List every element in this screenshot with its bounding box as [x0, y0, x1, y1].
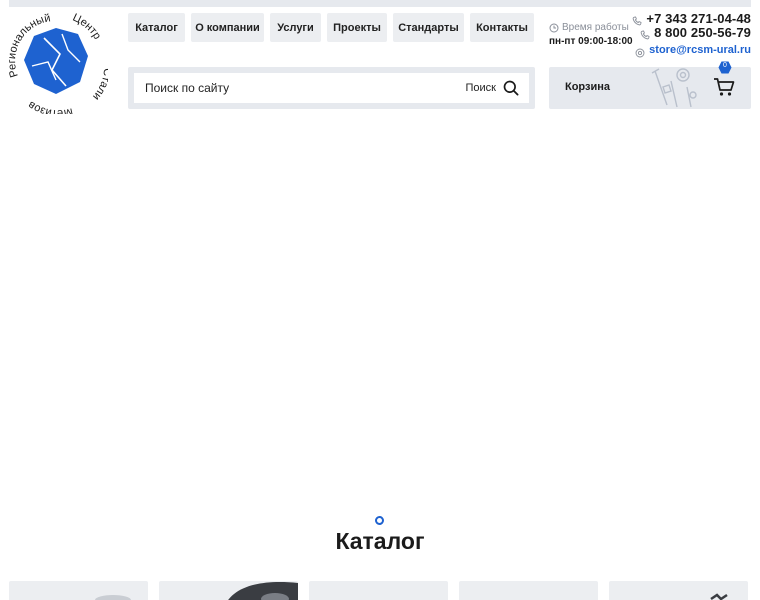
phone-secondary[interactable]: 8 800 250-56-79 — [654, 25, 751, 40]
catalog-cards — [9, 581, 751, 600]
cart-icon — [713, 77, 735, 97]
catalog-card[interactable] — [9, 581, 148, 600]
nav-item-projects[interactable]: Проекты — [327, 13, 387, 42]
phone-primary[interactable]: +7 343 271-04-48 — [646, 11, 751, 26]
contacts-block: +7 343 271-04-48 8 800 250-56-79 store@r… — [632, 11, 751, 58]
nav-item-catalog[interactable]: Каталог — [128, 13, 185, 42]
product-image — [95, 595, 131, 600]
catalog-card[interactable] — [459, 581, 598, 600]
hero-slider — [9, 118, 751, 508]
search-button-label: Поиск — [465, 82, 496, 94]
top-strip — [9, 0, 751, 7]
work-hours: Время работы пн-пт 09:00-18:00 — [549, 21, 639, 47]
cart-count-badge: 0 — [718, 61, 732, 74]
search-button[interactable]: Поиск — [466, 80, 519, 96]
catalog-card[interactable] — [309, 581, 448, 600]
fasteners-decoration — [651, 68, 697, 108]
at-icon — [635, 45, 645, 58]
product-image — [228, 582, 298, 600]
nav-item-standards[interactable]: Стандарты — [393, 13, 464, 42]
catalog-heading: Каталог — [335, 528, 425, 554]
company-logo[interactable]: Региональный Центр Стали Метизов — [4, 10, 108, 114]
logo-emblem: Региональный Центр Стали Метизов — [6, 12, 108, 114]
nav-item-about[interactable]: О компании — [191, 13, 264, 42]
phone-icon — [632, 13, 642, 26]
nav-item-contacts[interactable]: Контакты — [470, 13, 534, 42]
cart-label: Корзина — [565, 81, 610, 93]
main-nav: Каталог О компании Услуги Проекты Станда… — [128, 13, 534, 42]
cart-count: 0 — [723, 62, 727, 69]
search-icon — [503, 80, 519, 96]
product-image — [710, 593, 728, 600]
search-bar: Поиск — [128, 67, 535, 109]
catalog-card[interactable] — [159, 581, 298, 600]
nav-item-services[interactable]: Услуги — [270, 13, 321, 42]
svg-text:Стали: Стали — [90, 68, 108, 103]
email-link[interactable]: store@rcsm-ural.ru — [649, 44, 751, 56]
logo-text-right: Стали — [90, 68, 108, 103]
clock-icon — [549, 23, 559, 33]
hours-title: Время работы — [562, 22, 629, 33]
phone-icon — [640, 27, 650, 40]
cart-widget[interactable]: Корзина 0 — [549, 61, 751, 109]
logo-text-bottom: Метизов — [26, 98, 74, 114]
slider-dot-active[interactable] — [375, 516, 384, 525]
svg-text:Метизов: Метизов — [26, 98, 74, 114]
hours-value: пн-пт 09:00-18:00 — [549, 36, 633, 47]
catalog-card[interactable] — [609, 581, 748, 600]
